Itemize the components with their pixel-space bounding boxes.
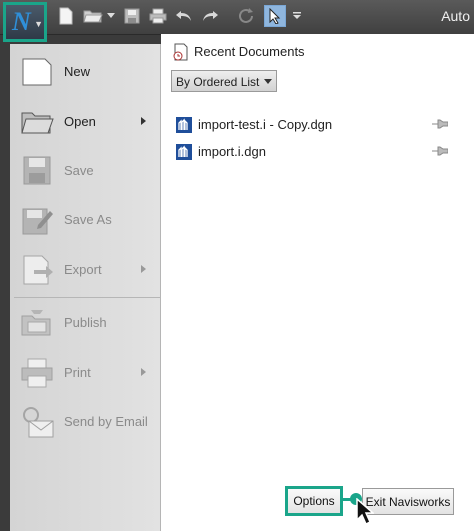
submenu-arrow-icon <box>141 368 146 376</box>
menu-item-label: Publish <box>64 315 107 330</box>
recent-document-item[interactable]: import.i.dgn <box>176 142 466 164</box>
save-icon <box>23 156 51 185</box>
menu-item-label: Open <box>64 114 96 129</box>
undo-icon[interactable] <box>173 5 195 27</box>
menu-item-label: Print <box>64 365 91 380</box>
select-icon[interactable] <box>264 5 286 27</box>
new-document-icon <box>22 58 52 86</box>
menu-item-publish[interactable]: Publish <box>10 300 160 346</box>
application-menu: New Open Save Save As Export Publish Pri… <box>10 44 164 531</box>
open-icon[interactable] <box>82 5 104 27</box>
menu-item-label: Save <box>64 163 94 178</box>
application-menu-button[interactable]: N ▼ <box>3 2 47 42</box>
export-icon <box>23 255 53 285</box>
email-icon <box>23 407 54 438</box>
dropdown-icon[interactable] <box>104 5 118 27</box>
print-icon[interactable] <box>147 5 169 27</box>
chevron-down-icon: ▼ <box>34 19 43 29</box>
save-icon[interactable] <box>121 5 143 27</box>
menu-item-label: Send by Email <box>64 414 148 429</box>
menu-item-save-as[interactable]: Save As <box>10 197 160 243</box>
recent-document-name: import.i.dgn <box>198 144 266 159</box>
exit-navisworks-button[interactable]: Exit Navisworks <box>362 488 454 515</box>
redo-icon[interactable] <box>199 5 221 27</box>
new-icon[interactable] <box>55 5 77 27</box>
recent-document-item[interactable]: import-test.i - Copy.dgn <box>176 115 466 137</box>
menu-item-print[interactable]: Print <box>10 350 160 396</box>
recent-documents-icon <box>173 43 188 61</box>
submenu-arrow-icon <box>141 117 146 125</box>
recent-documents-title: Recent Documents <box>194 44 305 59</box>
app-logo: N <box>12 7 31 36</box>
dgn-file-icon <box>176 144 192 160</box>
sort-order-dropdown[interactable]: By Ordered List <box>171 70 277 92</box>
save-as-icon <box>22 208 53 235</box>
sort-order-value: By Ordered List <box>176 75 260 89</box>
publish-icon <box>21 310 51 336</box>
menu-item-label: Save As <box>64 212 112 227</box>
refresh-icon[interactable] <box>235 5 257 27</box>
menu-item-export[interactable]: Export <box>10 247 160 293</box>
menu-item-open[interactable]: Open <box>10 99 160 145</box>
title-bar: N ▼ Auto <box>0 0 474 42</box>
open-folder-icon <box>21 112 54 134</box>
menu-item-label: Export <box>64 262 102 277</box>
submenu-arrow-icon <box>141 265 146 273</box>
menu-divider <box>14 297 164 298</box>
chevron-down-icon <box>264 79 272 84</box>
customize-icon[interactable] <box>290 5 304 27</box>
menu-item-send-by-email[interactable]: Send by Email <box>10 399 160 445</box>
dgn-file-icon <box>176 117 192 133</box>
recent-document-name: import-test.i - Copy.dgn <box>198 117 333 132</box>
window-title: Auto <box>441 8 470 24</box>
menu-item-save[interactable]: Save <box>10 148 160 194</box>
recent-documents-panel: Recent Documents By Ordered List import-… <box>161 34 474 531</box>
pin-icon[interactable] <box>432 119 448 129</box>
menu-item-new[interactable]: New <box>10 49 160 95</box>
menu-item-label: New <box>64 64 91 79</box>
pin-icon[interactable] <box>432 146 448 156</box>
print-icon <box>21 358 53 388</box>
mouse-cursor-icon <box>356 498 374 526</box>
options-button[interactable]: Options <box>285 486 343 516</box>
